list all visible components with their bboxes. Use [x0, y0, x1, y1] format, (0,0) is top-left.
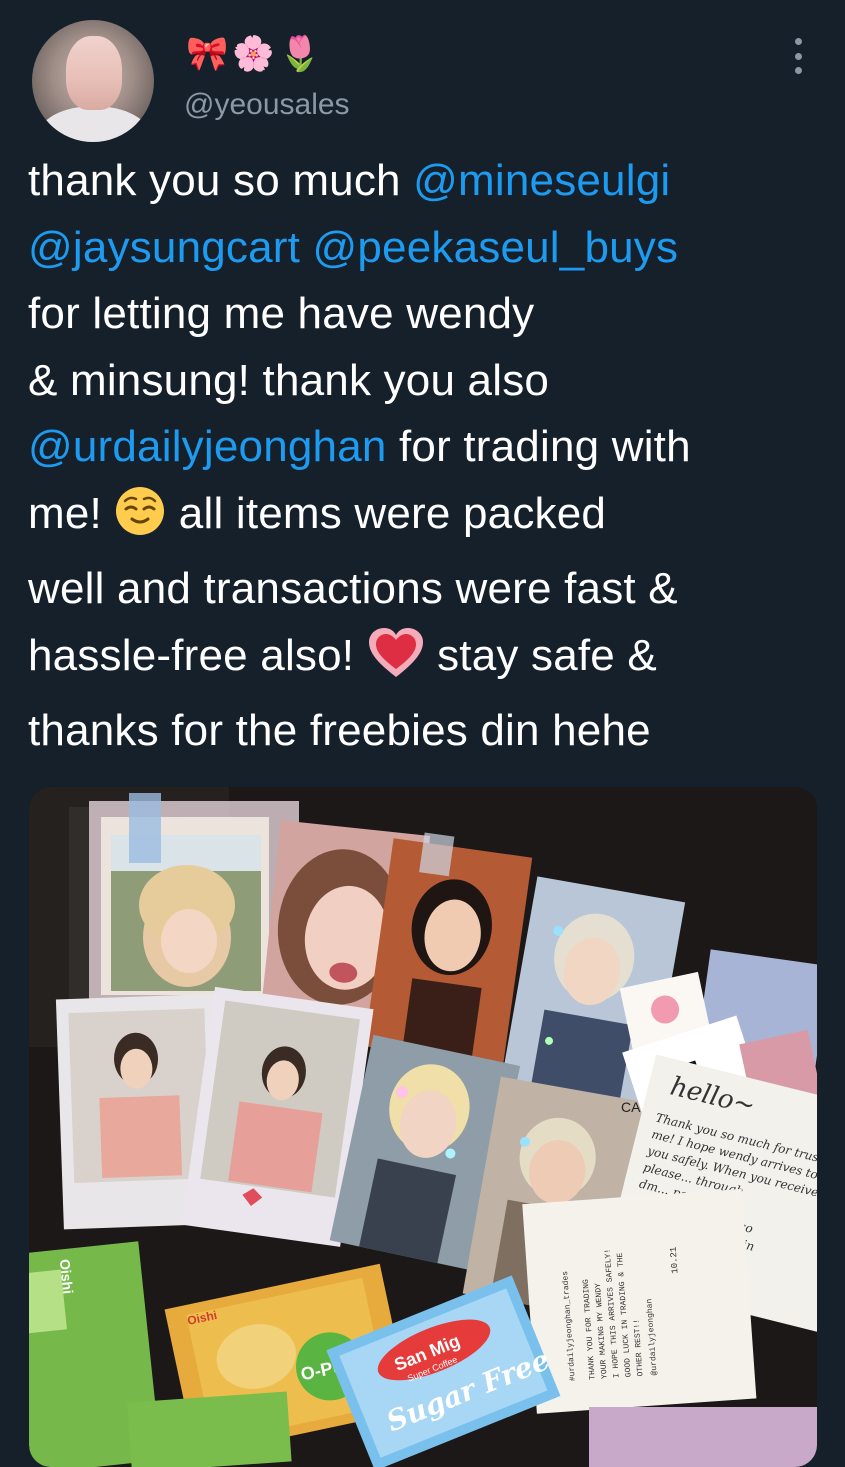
- more-options-icon[interactable]: [786, 38, 810, 74]
- avatar-shoulder: [38, 106, 150, 142]
- mention-link[interactable]: @peekaseul_buys: [313, 223, 679, 272]
- tweet-line: well and transactions were fast &: [28, 564, 678, 613]
- tweet-text-segment: for trading with: [386, 422, 691, 471]
- stamp-text: CA: [621, 1099, 641, 1115]
- relieved-face-emoji: [114, 485, 166, 557]
- avatar[interactable]: [32, 20, 154, 142]
- tweet-line: hassle-free also! stay safe &: [28, 623, 818, 699]
- tweet-text-segment: me!: [28, 488, 115, 538]
- tweet-text-segment: thank you so much: [28, 156, 414, 205]
- photo-illustration: hello~ Thank you so much for trustin me!…: [29, 787, 817, 1467]
- tweet-line: thank you so much @mineseulgi: [28, 148, 818, 215]
- mention-link[interactable]: @urdailyjeonghan: [28, 422, 387, 471]
- tweet-text-segment: [300, 223, 312, 272]
- growing-heart-emoji: [367, 627, 425, 699]
- tweet-text-segment: stay safe &: [424, 630, 657, 680]
- tweet-line: @urdailyjeonghan for trading with: [28, 414, 818, 481]
- tweet-line: for letting me have wendy: [28, 289, 535, 338]
- tweet-line: @jaysungcart @peekaseul_buys: [28, 215, 818, 282]
- tweet-text-segment: hassle-free also!: [28, 630, 367, 680]
- wrapper: [589, 1407, 817, 1467]
- thank-you-card: THANK YOU FOR TRADING YOUR MAKING MY WEN…: [522, 1188, 757, 1414]
- tweet-text: thank you so much @mineseulgi @jaysungca…: [28, 148, 818, 765]
- dot-icon: [794, 52, 802, 60]
- avatar-face: [66, 36, 122, 110]
- user-handle[interactable]: @yeousales: [184, 88, 350, 122]
- tweet-photo[interactable]: hello~ Thank you so much for trustin me!…: [29, 787, 817, 1467]
- display-name[interactable]: 🎀🌸🌷: [186, 34, 325, 74]
- tweet-line: me! all items were packed: [28, 481, 818, 557]
- dot-icon: [794, 38, 802, 45]
- tweet-line: & minsung! thank you also: [28, 355, 550, 405]
- snack-pack: [127, 1391, 292, 1467]
- tweet-line: thanks for the freebies din hehe: [28, 706, 651, 755]
- card-date: 10.21: [669, 1246, 681, 1274]
- dot-icon: [794, 67, 802, 74]
- mention-link[interactable]: @mineseulgi: [413, 156, 670, 205]
- mention-link[interactable]: @jaysungcart: [28, 223, 300, 272]
- tweet-text-segment: all items were packed: [166, 488, 607, 538]
